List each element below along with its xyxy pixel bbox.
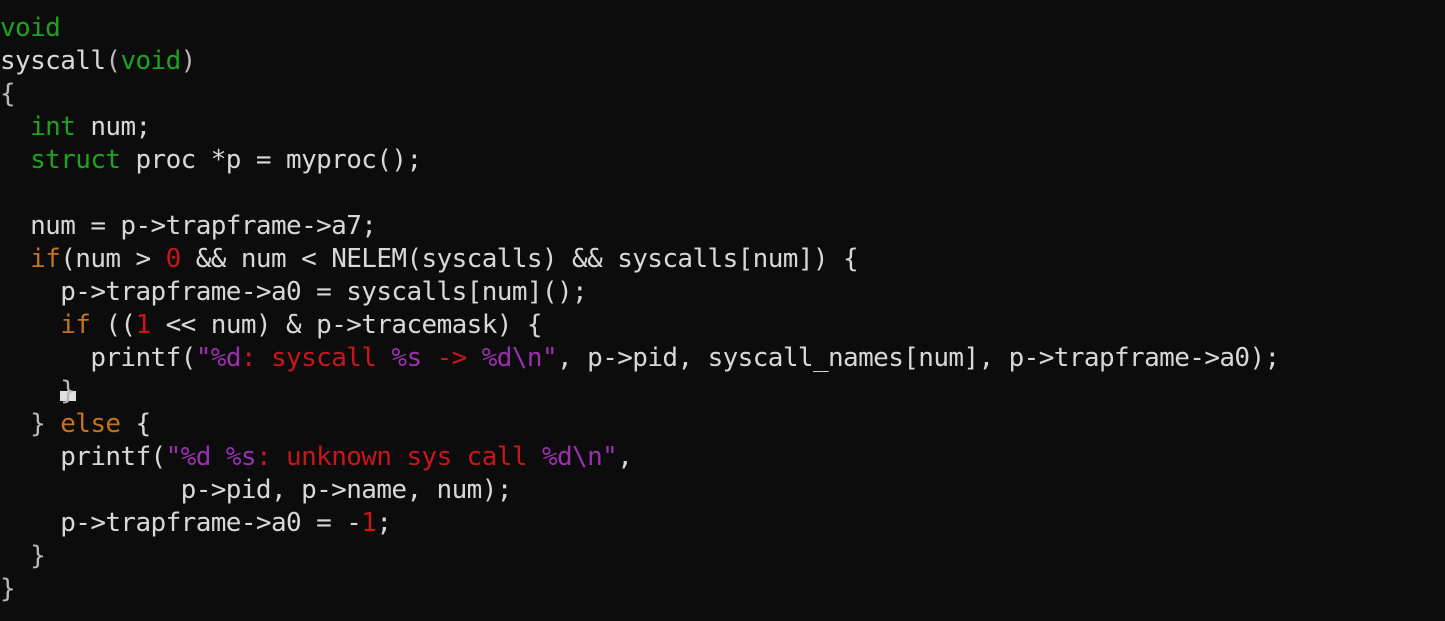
code-token: " bbox=[541, 343, 558, 373]
code-token: " bbox=[195, 343, 212, 373]
code-line[interactable]: int num; bbox=[0, 111, 1445, 144]
code-token: syscall bbox=[0, 46, 106, 76]
code-token: %s bbox=[391, 343, 422, 373]
code-token: && num < NELEM(syscalls) && syscalls[num… bbox=[180, 244, 859, 274]
code-token: " bbox=[165, 442, 182, 472]
code-editor[interactable]: void syscall(void){ int num; struct proc … bbox=[0, 12, 1445, 606]
code-line[interactable]: p->pid, p->name, num); bbox=[0, 474, 1445, 507]
code-token: , p->pid, syscall_names[num], p->trapfra… bbox=[557, 343, 1280, 373]
code-line[interactable]: if(num > 0 && num < NELEM(syscalls) && s… bbox=[0, 243, 1445, 276]
code-token: void bbox=[0, 13, 61, 43]
code-line[interactable]: } bbox=[0, 375, 1445, 408]
code-token: : syscall bbox=[240, 343, 392, 373]
code-token: 0 bbox=[165, 244, 182, 274]
code-token: " bbox=[602, 442, 618, 472]
code-line[interactable]: } bbox=[0, 573, 1445, 606]
code-line[interactable]: } else { bbox=[0, 408, 1445, 441]
code-line[interactable]: syscall(void) bbox=[0, 45, 1445, 78]
code-token: %d\n bbox=[541, 442, 603, 472]
code-line[interactable]: if ((1 << num) & p->tracemask) { bbox=[0, 309, 1445, 342]
code-token: { bbox=[0, 79, 16, 109]
code-token: num = p->trapframe->a7; bbox=[0, 211, 377, 241]
code-token: else bbox=[60, 409, 121, 439]
code-token: p->pid, p->name, num); bbox=[0, 475, 513, 505]
code-token: struct bbox=[30, 145, 121, 175]
code-token: void bbox=[120, 46, 181, 76]
code-token: } bbox=[60, 376, 76, 406]
code-token: 1 bbox=[135, 310, 152, 340]
code-line[interactable] bbox=[0, 177, 1445, 210]
code-token: %d bbox=[210, 343, 242, 373]
code-token: ; bbox=[376, 508, 392, 538]
code-token: proc *p = myproc(); bbox=[120, 145, 422, 175]
code-token: , bbox=[617, 442, 633, 472]
code-token: (( bbox=[90, 310, 136, 340]
code-line[interactable]: void bbox=[0, 12, 1445, 45]
code-token: } bbox=[30, 409, 46, 439]
code-token: } bbox=[0, 574, 16, 604]
code-token: { bbox=[120, 409, 152, 439]
code-token: p->trapframe->a0 = syscalls[num](); bbox=[0, 277, 588, 307]
code-line[interactable]: p->trapframe->a0 = -1; bbox=[0, 507, 1445, 540]
code-token: printf( bbox=[0, 442, 166, 472]
code-line[interactable]: struct proc *p = myproc(); bbox=[0, 144, 1445, 177]
code-line[interactable]: { bbox=[0, 78, 1445, 111]
code-token: -> bbox=[421, 343, 482, 373]
code-token: num; bbox=[75, 112, 151, 142]
code-token: : unknown sys call bbox=[255, 442, 542, 472]
code-line[interactable]: p->trapframe->a0 = syscalls[num](); bbox=[0, 276, 1445, 309]
code-line[interactable]: } bbox=[0, 540, 1445, 573]
code-token: if bbox=[30, 244, 61, 274]
code-token: } bbox=[30, 541, 46, 571]
code-token: int bbox=[30, 112, 76, 142]
code-token: printf( bbox=[0, 343, 196, 373]
code-line[interactable]: printf("%d: syscall %s -> %d\n", p->pid,… bbox=[0, 342, 1445, 375]
code-token: (num > bbox=[60, 244, 166, 274]
code-token: %d %s bbox=[180, 442, 257, 472]
code-token: %d\n bbox=[481, 343, 543, 373]
code-token: 1 bbox=[361, 508, 377, 538]
code-line[interactable]: num = p->trapframe->a7; bbox=[0, 210, 1445, 243]
code-line[interactable]: printf("%d %s: unknown sys call %d\n", bbox=[0, 441, 1445, 474]
code-token: << num) & p->tracemask) { bbox=[150, 310, 543, 340]
code-token: ) bbox=[180, 46, 197, 76]
code-token: p->trapframe->a0 = - bbox=[0, 508, 362, 538]
code-token: ( bbox=[105, 46, 121, 76]
code-token: if bbox=[60, 310, 91, 340]
